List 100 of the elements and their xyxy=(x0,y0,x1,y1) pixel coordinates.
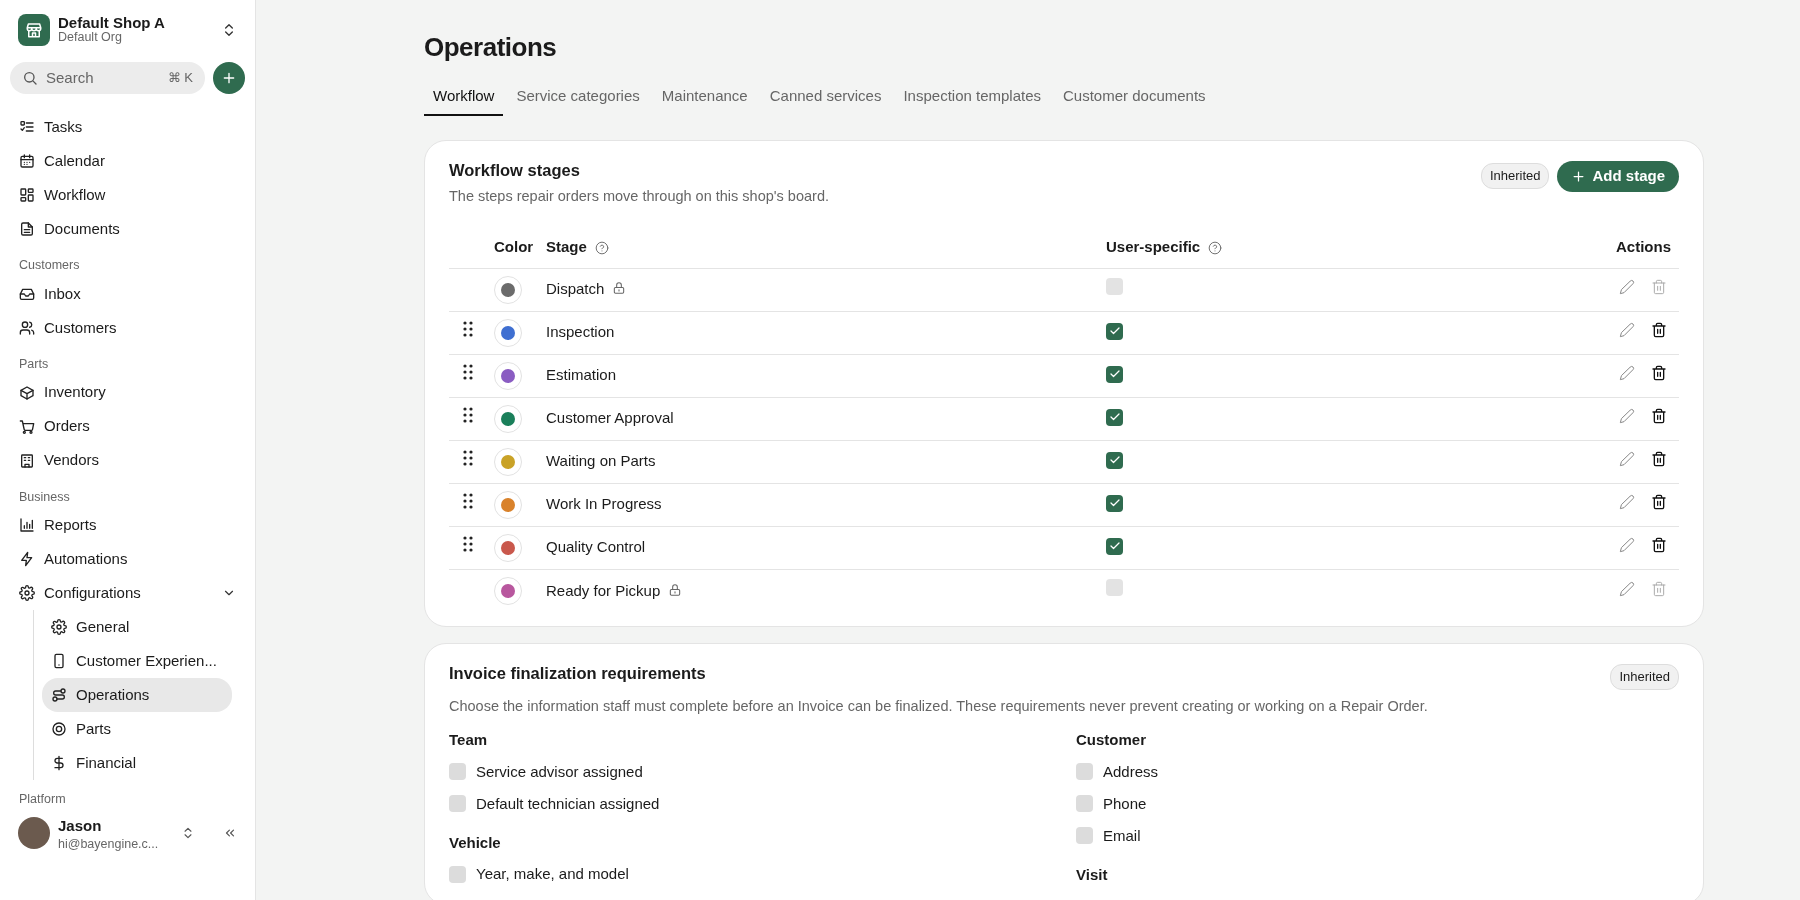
sidebar-item[interactable]: Calendar xyxy=(10,144,245,178)
sidebar-item[interactable]: Tasks xyxy=(10,110,245,144)
org-name: Default Org xyxy=(58,31,122,46)
help-icon xyxy=(1208,240,1223,255)
stage-name: Work In Progress xyxy=(546,495,662,513)
checkbox[interactable] xyxy=(1076,827,1093,845)
requirement-label: Service advisor assigned xyxy=(476,761,643,782)
stage-name: Waiting on Parts xyxy=(546,452,656,470)
user-email: hi@bayengine.c... xyxy=(58,837,160,852)
checkbox[interactable] xyxy=(1106,452,1123,469)
drag-handle-icon[interactable] xyxy=(463,321,473,338)
group-label: Visit xyxy=(1076,865,1109,885)
user-name: Jason xyxy=(58,816,103,836)
sidebar-item[interactable]: General xyxy=(42,610,232,645)
drag-handle-icon[interactable] xyxy=(463,450,473,467)
card-title: Workflow stages xyxy=(449,160,581,181)
checkbox[interactable] xyxy=(449,763,466,781)
trash-icon xyxy=(1651,451,1667,468)
sidebar-item[interactable]: Parts xyxy=(42,712,232,747)
plus-icon xyxy=(1571,168,1587,184)
help-icon xyxy=(594,240,609,255)
checkbox[interactable] xyxy=(1076,763,1093,781)
checkbox[interactable] xyxy=(1106,366,1123,383)
trash-icon xyxy=(1651,580,1667,597)
trash-icon xyxy=(1651,365,1667,382)
stage-name: Inspection xyxy=(546,323,615,341)
checkbox[interactable] xyxy=(1106,323,1123,340)
stage-name: Estimation xyxy=(546,366,617,384)
cart-icon xyxy=(19,418,35,435)
store-icon xyxy=(25,21,43,39)
requirement-label: Phone xyxy=(1103,793,1147,814)
sidebar-item[interactable]: Configurations xyxy=(10,576,245,611)
trash-icon xyxy=(1651,537,1667,554)
checkbox[interactable] xyxy=(1106,495,1123,512)
search-field[interactable]: Search ⌘ K xyxy=(10,62,205,94)
settings-icon xyxy=(51,619,67,636)
users-icon xyxy=(19,319,35,336)
column-header: Actions xyxy=(1616,237,1671,255)
section-label: Customers xyxy=(18,257,81,274)
sidebar-item[interactable]: Workflow xyxy=(10,178,245,212)
pencil-icon xyxy=(1619,408,1635,425)
sidebar-item[interactable]: Customers xyxy=(10,310,245,345)
pencil-icon xyxy=(1619,365,1635,382)
requirement-label: Default technician assigned xyxy=(476,793,660,814)
trash-icon xyxy=(1651,408,1667,425)
tab[interactable]: Maintenance xyxy=(652,79,757,116)
trash-icon xyxy=(1651,494,1667,511)
sidebar-item[interactable]: Operations xyxy=(42,678,232,713)
dollar-icon xyxy=(51,755,67,772)
column-header: Stage xyxy=(546,237,587,255)
checkbox[interactable] xyxy=(1106,409,1123,426)
tab[interactable]: Service categories xyxy=(507,79,649,116)
tab[interactable]: Customer documents xyxy=(1054,79,1215,116)
shop-name: Default Shop A xyxy=(58,14,166,32)
phone-icon xyxy=(51,653,67,670)
sidebar-item[interactable]: Financial xyxy=(42,746,232,781)
package-icon xyxy=(19,384,35,401)
card-description: Choose the information staff must complete before an Invoice can be finalized. These requirements never prevent creating or working on a Repair Order. xyxy=(449,696,1429,716)
target-icon xyxy=(51,721,67,738)
pencil-icon xyxy=(1619,537,1635,554)
calendar-icon xyxy=(19,153,35,169)
drag-handle-icon[interactable] xyxy=(463,364,473,381)
sidebar-item[interactable]: Customer Experien... xyxy=(42,644,232,679)
sidebar-item[interactable]: Reports xyxy=(10,508,245,543)
tab[interactable]: Workflow xyxy=(424,79,504,116)
tab[interactable]: Canned services xyxy=(760,79,891,116)
group-label: Team xyxy=(449,730,489,751)
section-label: Parts xyxy=(18,355,50,373)
drag-handle-icon[interactable] xyxy=(463,407,473,424)
stage-name: Customer Approval xyxy=(546,409,674,427)
sidebar-item[interactable]: Inbox xyxy=(10,276,245,311)
checkbox[interactable] xyxy=(1076,795,1093,813)
avatar xyxy=(18,817,50,850)
settings-icon xyxy=(19,585,35,602)
inherited-tag: Inherited xyxy=(1480,163,1550,189)
route-icon xyxy=(51,687,67,704)
stage-name: Dispatch xyxy=(546,280,605,298)
trash-icon xyxy=(1651,279,1667,296)
add-stage-button[interactable]: Add stage xyxy=(1557,160,1679,192)
column-header: User-specific xyxy=(1106,237,1201,255)
card-title: Invoice finalization requirements xyxy=(449,664,707,685)
pencil-icon xyxy=(1619,322,1635,339)
card-description: The steps repair orders move through on this shop's board. xyxy=(449,187,830,207)
sidebar-item[interactable]: Vendors xyxy=(10,443,245,478)
tab[interactable]: Inspection templates xyxy=(894,79,1051,116)
drag-handle-icon[interactable] xyxy=(463,536,473,553)
sidebar-item[interactable]: Inventory xyxy=(10,375,245,410)
sidebar-item[interactable]: Documents xyxy=(10,212,245,246)
sidebar-item[interactable]: Orders xyxy=(10,409,245,444)
sidebar-item[interactable]: Automations xyxy=(10,542,245,577)
trash-icon xyxy=(1651,322,1667,339)
checkbox[interactable] xyxy=(449,795,466,813)
section-label: Business xyxy=(18,488,71,506)
stage-name: Quality Control xyxy=(546,538,646,556)
plus-icon xyxy=(221,70,237,86)
checkbox[interactable] xyxy=(449,866,466,883)
new-button[interactable] xyxy=(213,62,245,94)
checkbox[interactable] xyxy=(1106,538,1123,555)
drag-handle-icon[interactable] xyxy=(463,493,473,510)
bar-chart-icon xyxy=(19,517,35,534)
